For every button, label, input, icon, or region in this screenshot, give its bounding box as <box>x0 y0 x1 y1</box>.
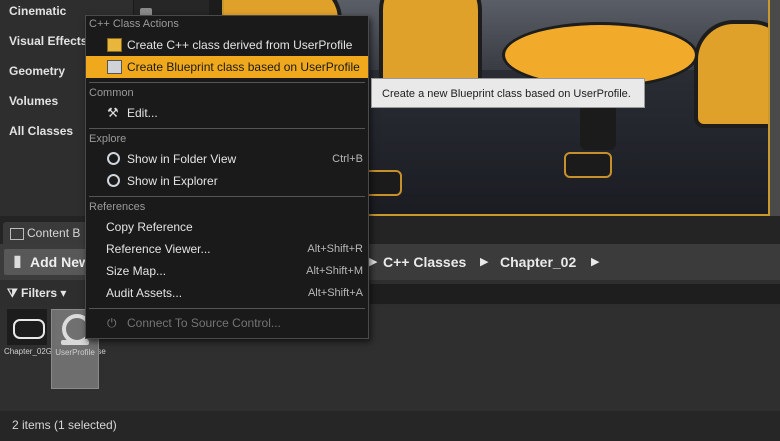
hammer-icon: ⚒ <box>107 105 119 120</box>
menu-item-label: Edit... <box>127 106 158 120</box>
add-new-label: Add New <box>30 254 90 270</box>
menu-item-size-map[interactable]: Size Map... Alt+Shift+M <box>86 260 368 282</box>
plug-icon: ⏻ <box>107 316 117 330</box>
asset-context-menu: C++ Class Actions Create C++ class deriv… <box>85 15 369 339</box>
menu-divider <box>89 196 365 197</box>
blueprint-class-icon <box>107 60 122 74</box>
menu-item-label: Create C++ class derived from UserProfil… <box>127 38 353 52</box>
actor-class-base <box>61 340 89 345</box>
asset-label: Chapter_02GameModeBase <box>4 347 106 357</box>
menu-item-connect-source-control: ⏻ Connect To Source Control... <box>86 312 368 334</box>
chair-right <box>694 20 768 128</box>
right-panel-edge <box>770 0 780 216</box>
mode-item-visual-effects[interactable]: Visual Effects <box>9 34 87 48</box>
menu-item-reference-viewer[interactable]: Reference Viewer... Alt+Shift+R <box>86 238 368 260</box>
menu-item-label: Connect To Source Control... <box>127 316 281 330</box>
menu-item-label: Audit Assets... <box>106 286 183 300</box>
menu-item-label: Size Map... <box>106 264 167 278</box>
mode-item-cinematic[interactable]: Cinematic <box>9 4 66 18</box>
breadcrumb-chapter-02[interactable]: Chapter_02 <box>500 254 576 270</box>
filters-button[interactable]: ⧩ Filters ▾ <box>7 286 66 301</box>
breadcrumb-arrow-icon: ▶ <box>480 256 489 268</box>
menu-item-label: Show in Explorer <box>127 174 218 188</box>
content-browser-icon <box>10 228 24 240</box>
filter-icon: ⧩ <box>7 286 22 300</box>
menu-item-shortcut: Alt+Shift+R <box>307 243 363 255</box>
menu-item-audit-assets[interactable]: Audit Assets... Alt+Shift+A <box>86 282 368 304</box>
mode-item-geometry[interactable]: Geometry <box>9 64 65 78</box>
filters-label: Filters <box>21 286 58 300</box>
menu-item-copy-reference[interactable]: Copy Reference <box>86 216 368 238</box>
magnifier-icon <box>107 152 120 165</box>
menu-item-shortcut: Alt+Shift+A <box>307 287 363 299</box>
menu-divider <box>89 82 365 83</box>
section-header-references: References <box>89 201 146 213</box>
menu-item-edit[interactable]: ⚒ Edit... <box>86 102 368 124</box>
add-icon: ▮ <box>13 253 22 270</box>
table-foot <box>564 152 612 178</box>
asset-label: UserProfile <box>55 348 95 357</box>
menu-item-shortcut: Ctrl+B <box>332 153 363 165</box>
tooltip: Create a new Blueprint class based on Us… <box>371 78 645 108</box>
menu-item-create-blueprint-class[interactable]: Create Blueprint class based on UserProf… <box>86 56 368 78</box>
menu-item-label: Show in Folder View <box>127 152 237 166</box>
section-header-common: Common <box>89 87 134 99</box>
search-input[interactable] <box>370 284 780 304</box>
status-bar <box>0 411 780 441</box>
menu-item-label: Reference Viewer... <box>106 242 211 256</box>
asset-thumbnail <box>7 309 47 345</box>
menu-item-label: Create Blueprint class based on UserProf… <box>127 60 360 74</box>
asset-tile[interactable]: Chapter_02GameModeBase <box>4 309 106 357</box>
section-header-explore: Explore <box>89 133 127 145</box>
section-header-cpp-class-actions: C++ Class Actions <box>89 18 179 30</box>
mode-item-volumes[interactable]: Volumes <box>9 94 58 108</box>
cpp-class-icon <box>107 38 122 52</box>
menu-divider <box>89 308 365 309</box>
menu-item-show-in-explorer[interactable]: Show in Explorer <box>86 170 368 192</box>
selection-status: 2 items (1 selected) <box>12 418 117 432</box>
menu-item-create-cpp-class[interactable]: Create C++ class derived from UserProfil… <box>86 34 368 56</box>
breadcrumb-arrow-icon: ▶ <box>369 256 378 268</box>
menu-divider <box>89 128 365 129</box>
breadcrumb-arrow-icon[interactable]: ▶ <box>591 255 599 268</box>
gamepad-icon <box>13 319 45 339</box>
chevron-down-icon: ▾ <box>57 286 67 300</box>
tab-label: Content B <box>27 226 81 240</box>
mode-item-all-classes[interactable]: All Classes <box>9 124 73 138</box>
menu-item-shortcut: Alt+Shift+M <box>306 265 363 277</box>
magnifier-icon <box>107 174 120 187</box>
menu-item-show-in-folder-view[interactable]: Show in Folder View Ctrl+B <box>86 148 368 170</box>
tab-content-browser[interactable]: Content B <box>3 222 89 244</box>
breadcrumb-cpp-classes[interactable]: C++ Classes <box>383 254 466 270</box>
menu-item-label: Copy Reference <box>106 220 193 234</box>
